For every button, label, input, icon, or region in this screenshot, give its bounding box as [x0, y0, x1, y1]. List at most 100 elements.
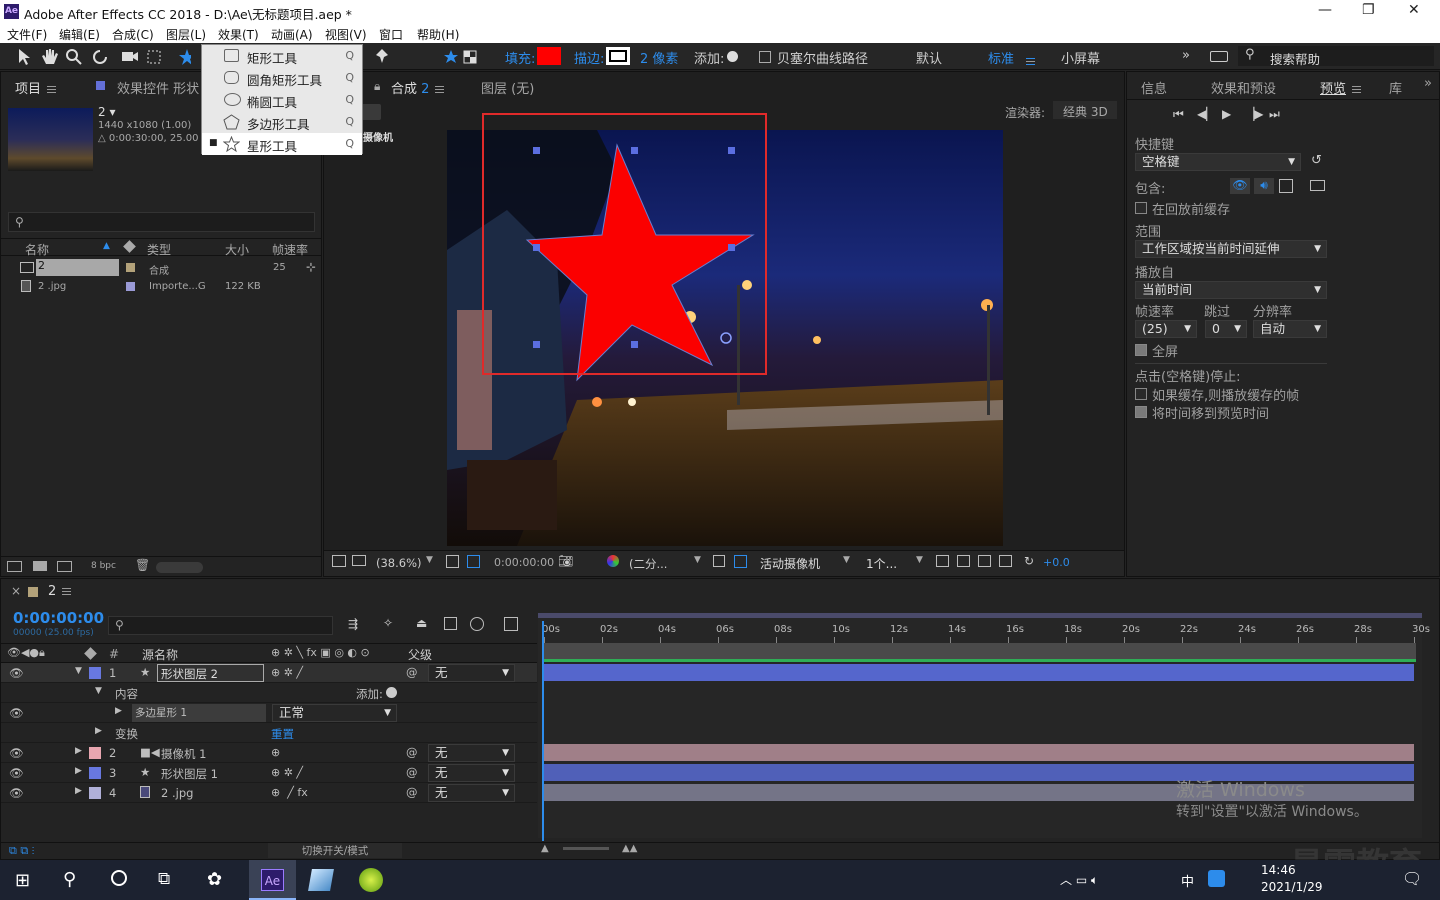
search-help-field[interactable]: ⚲ 搜索帮助 — [1238, 46, 1434, 67]
sync-icon[interactable] — [1210, 51, 1228, 62]
layer-row[interactable]: 👁︎ ▼ 1 ★ 形状图层 2 ⊕ ✲ ╱ @ 无 ▼ — [1, 663, 537, 683]
layer-label-color[interactable] — [89, 787, 101, 799]
layer-label-color[interactable] — [89, 767, 101, 779]
play-icon[interactable]: ▶ — [1222, 107, 1231, 121]
toggle-panes-icon[interactable]: ⧉ ⧉ ⫶ — [9, 844, 34, 858]
polystar-row[interactable]: 👁︎ ▶ 多边星形 1 正常 ▼ — [1, 703, 537, 723]
first-frame-icon[interactable]: ⏮ — [1173, 107, 1184, 122]
after-effects-taskbar-button[interactable]: Ae — [249, 860, 296, 900]
qq-icon[interactable] — [1208, 870, 1225, 887]
thumbnail-slider[interactable] — [156, 562, 203, 573]
menu-composition[interactable]: 合成(C) — [112, 26, 154, 43]
tab-info[interactable]: 信息 — [1141, 78, 1167, 97]
resolution-select[interactable]: (二分... — [629, 556, 667, 572]
play-from-select[interactable]: 当前时间 ▼ — [1135, 281, 1327, 299]
project-search-input[interactable]: ⚲ — [8, 212, 315, 232]
expand-arrow-icon[interactable]: ▶ — [75, 746, 82, 756]
tray-icons[interactable]: ︿ ▭ 🔈︎ — [1060, 871, 1098, 888]
eye-icon[interactable]: 👁︎ — [9, 766, 24, 780]
new-comp-icon[interactable] — [57, 561, 72, 572]
blend-mode-select[interactable]: 正常 ▼ — [272, 704, 397, 722]
draft-3d-icon[interactable]: ✧ — [383, 616, 393, 630]
expand-arrow-icon[interactable]: ▶ — [95, 726, 102, 736]
more-panels-icon[interactable]: » — [1424, 76, 1432, 91]
layer-switches[interactable]: ⊕ ✲ ╱ — [271, 766, 303, 779]
cache-before-playback-checkbox[interactable] — [1135, 202, 1147, 214]
eye-icon[interactable]: 👁︎ — [9, 666, 24, 680]
layer-2-bar[interactable] — [544, 744, 1414, 761]
windows-start-icon[interactable]: ⊞ — [15, 870, 30, 891]
monitor-icon[interactable] — [352, 555, 366, 566]
pickwhip-icon[interactable]: @ — [406, 765, 418, 779]
pin-tool-icon[interactable] — [374, 48, 390, 66]
clock-time[interactable]: 14:46 — [1261, 863, 1296, 877]
project-item-row[interactable]: 2 合成 25 ⊹ — [1, 259, 321, 277]
col-fps[interactable]: 帧速率 — [272, 241, 308, 258]
maximize-button[interactable]: ❐ — [1362, 2, 1375, 18]
tab-timeline-comp[interactable]: 2 — [48, 584, 72, 599]
comp-flowchart-icon[interactable] — [999, 555, 1012, 567]
layer-name[interactable]: 2 .jpg — [161, 786, 193, 800]
tab-composition[interactable]: 合成 2 — [391, 78, 445, 97]
layer-name[interactable]: 形状图层 2 — [157, 664, 264, 682]
menu-item-star-tool[interactable]: ■ 星形工具 Q — [202, 133, 362, 155]
more-workspaces-icon[interactable]: » — [1182, 48, 1190, 63]
always-preview-icon[interactable] — [332, 555, 346, 567]
av-switches-icons[interactable]: 👁︎◀︎●🔒︎ — [7, 646, 45, 660]
search-icon[interactable]: ⚲ — [63, 869, 76, 890]
fast-preview-icon[interactable] — [957, 555, 970, 567]
transparency-grid-icon[interactable] — [734, 555, 747, 568]
channel-icon[interactable] — [607, 555, 619, 567]
lock-icon[interactable]: 🔒︎ — [374, 79, 380, 94]
motion-blur-icon[interactable] — [470, 617, 484, 631]
menu-edit[interactable]: 编辑(E) — [59, 26, 100, 43]
frame-blending-icon[interactable] — [444, 617, 457, 630]
move-time-checkbox[interactable] — [1135, 406, 1147, 418]
pickwhip-icon[interactable]: @ — [406, 745, 418, 759]
timeline-icon[interactable] — [978, 555, 991, 567]
workspace-menu-icon[interactable] — [1026, 58, 1035, 65]
workspace-small[interactable]: 小屏幕 — [1061, 48, 1100, 67]
reset-exposure-icon[interactable]: ↻ — [1024, 554, 1034, 568]
task-view-icon[interactable]: ⧉ — [158, 869, 170, 889]
layer-switches[interactable]: ⊕ ✲ ╱ — [271, 666, 303, 679]
menu-effect[interactable]: 效果(T) — [218, 26, 259, 43]
transform-row[interactable]: ▶ 变换 重置 — [1, 723, 537, 743]
next-frame-icon[interactable]: ▕▶ — [1245, 107, 1263, 121]
layer-row[interactable]: 👁︎ ▶ 4 2 .jpg ⊕ ╱ fx @ 无 ▼ — [1, 783, 537, 803]
add-button[interactable] — [727, 51, 738, 62]
menu-animation[interactable]: 动画(A) — [271, 26, 313, 43]
timeline-search-input[interactable]: ⚲ — [108, 616, 333, 635]
tab-layer[interactable]: 图层 (无) — [481, 78, 534, 97]
comp-mini-flowchart-icon[interactable]: ⇶ — [348, 617, 358, 631]
star-mask-icon[interactable] — [444, 49, 478, 65]
minimize-button[interactable]: — — [1318, 2, 1332, 18]
work-area-bar[interactable] — [542, 643, 1416, 659]
bit-depth-button[interactable]: 8 bpc — [91, 561, 116, 571]
tool-icons[interactable] — [16, 48, 191, 66]
fill-color-swatch[interactable] — [537, 47, 561, 65]
menu-layer[interactable]: 图层(L) — [166, 26, 206, 43]
zoom-out-icon[interactable]: ▲ — [541, 843, 549, 854]
layer-1-bar[interactable] — [544, 664, 1414, 681]
label-tag-icon[interactable] — [84, 647, 97, 660]
eye-icon[interactable]: 👁︎ — [9, 786, 24, 800]
workspace-default[interactable]: 默认 — [916, 48, 942, 67]
tab-preview[interactable]: 预览 — [1320, 78, 1362, 97]
tab-effects-presets[interactable]: 效果和预设 — [1211, 78, 1276, 97]
layer-name[interactable]: 摄像机 1 — [161, 746, 206, 762]
app-icon[interactable] — [308, 869, 334, 891]
fps-select[interactable]: (25) ▼ — [1135, 320, 1197, 338]
layer-label-color[interactable] — [89, 747, 101, 759]
pickwhip-icon[interactable]: @ — [406, 665, 418, 679]
menu-file[interactable]: 文件(F) — [7, 26, 47, 43]
expand-arrow-icon[interactable]: ▼ — [95, 686, 102, 696]
reset-shortcut-icon[interactable]: ↺ — [1311, 153, 1322, 168]
snapshot-icon[interactable]: 📷︎ — [558, 554, 573, 568]
cortana-icon[interactable] — [111, 870, 127, 886]
trash-icon[interactable]: 🗑 — [135, 558, 150, 572]
fullscreen-checkbox[interactable] — [1135, 344, 1147, 356]
layer-row[interactable]: 👁︎ ▶ 2 ■◀ 摄像机 1 ⊕ @ 无 ▼ — [1, 743, 537, 763]
stroke-label[interactable]: 描边: — [574, 48, 604, 67]
range-select[interactable]: 工作区域按当前时间延伸 ▼ — [1135, 240, 1327, 258]
